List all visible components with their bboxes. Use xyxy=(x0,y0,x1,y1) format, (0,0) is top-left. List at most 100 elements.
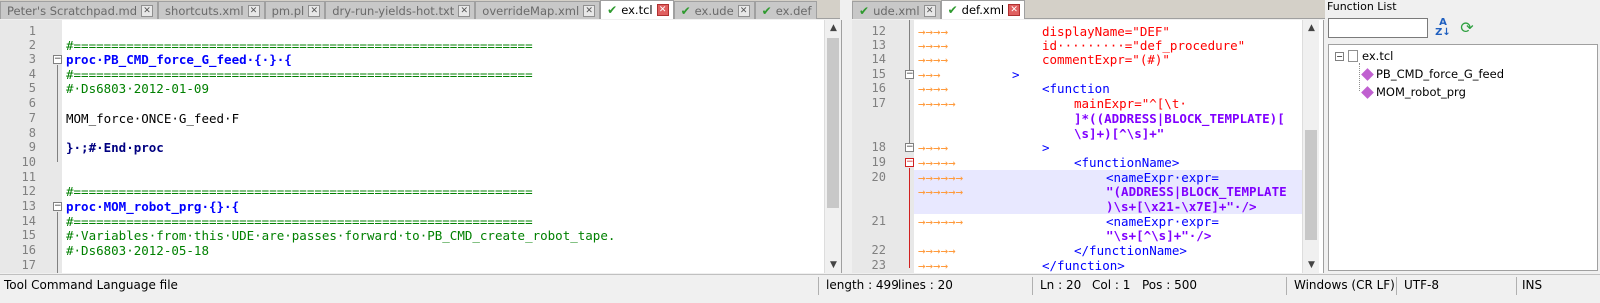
tab-label: ex.tcl xyxy=(621,3,653,17)
divider xyxy=(1396,277,1397,295)
code-line: <functionName> xyxy=(1074,155,1180,170)
close-icon[interactable]: ✕ xyxy=(247,4,260,17)
indent-arrows: →→→→ xyxy=(918,81,949,96)
code-line: #·Variables·from·this·UDE·are·passes·for… xyxy=(66,228,616,243)
fold-toggle-icon[interactable]: − xyxy=(905,143,914,152)
code-line: </functionName> xyxy=(1074,243,1187,258)
panel-title: Function List xyxy=(1327,0,1397,13)
code-line: \s]+)[^\s]+" xyxy=(1074,126,1165,141)
line-number: 19 xyxy=(871,155,886,169)
function-list-panel: Function List A Z↓ ⟳ − ex.tcl PB_CMD_forc… xyxy=(1325,0,1600,273)
saved-check-icon: ✔ xyxy=(607,3,618,17)
right-vertical-scrollbar[interactable]: ▲ ▼ xyxy=(1302,20,1319,273)
code-line: #=======================================… xyxy=(66,214,533,229)
collapse-icon[interactable]: − xyxy=(1335,51,1344,61)
function-icon xyxy=(1361,85,1374,99)
function-tree[interactable]: − ex.tcl PB_CMD_force_G_feed MOM_robot_p… xyxy=(1328,44,1598,271)
right-tab-bar: ✔ ude.xml ✕ ✔ def.xml ✕ xyxy=(852,0,1325,19)
tree-item-function[interactable]: MOM_robot_prg xyxy=(1361,85,1466,99)
tab-def-xml[interactable]: ✔ def.xml ✕ xyxy=(940,0,1026,19)
line-number: 7 xyxy=(28,111,36,125)
encoding-label: UTF-8 xyxy=(1404,278,1439,292)
col-label: Col : 1 xyxy=(1092,278,1131,292)
tab-ude-xml[interactable]: ✔ ude.xml ✕ xyxy=(852,1,941,19)
line-number: 16 xyxy=(21,243,36,257)
indent-arrows: →→→→ xyxy=(918,258,949,273)
indent-arrows: →→→→ xyxy=(918,24,949,39)
tab-shortcuts-xml[interactable]: shortcuts.xml ✕ xyxy=(158,1,265,19)
code-line: ]*((ADDRESS|BLOCK_TEMPLATE)[ xyxy=(1074,111,1285,126)
line-number: 6 xyxy=(28,96,36,110)
tab-label: Peter's Scratchpad.md xyxy=(7,3,138,18)
code-line: > xyxy=(1012,67,1020,82)
indent-arrows: →→→→→→ xyxy=(918,170,964,185)
tab-ex-def[interactable]: ✔ ex.def xyxy=(754,1,817,19)
tab-label: overrideMap.xml xyxy=(482,3,580,18)
function-search-input[interactable] xyxy=(1328,18,1428,38)
tree-line xyxy=(1359,63,1360,91)
tab-label: ex.ude xyxy=(694,3,734,18)
tree-item-function[interactable]: PB_CMD_force_G_feed xyxy=(1361,67,1504,81)
tab-ex-tcl[interactable]: ✔ ex.tcl ✕ xyxy=(600,0,674,19)
close-icon[interactable]: ✕ xyxy=(141,4,154,17)
scroll-down-icon[interactable]: ▼ xyxy=(825,257,841,273)
close-icon[interactable]: ✕ xyxy=(458,4,471,17)
eol-label: Windows (CR LF) xyxy=(1294,278,1395,292)
fold-line xyxy=(57,212,58,273)
tab-label: ude.xml xyxy=(873,3,920,18)
indent-arrows: →→→→ xyxy=(918,52,949,67)
code-line: proc·PB_CMD_force_G_feed·{·}·{ xyxy=(66,52,292,67)
code-line: mainExpr="^[\t· xyxy=(1074,96,1187,111)
saved-check-icon: ✔ xyxy=(761,3,772,18)
scroll-up-icon[interactable]: ▲ xyxy=(825,20,841,36)
tab-ex-ude[interactable]: ✔ ex.ude ✕ xyxy=(673,1,755,19)
scrollbar-thumb[interactable] xyxy=(827,38,839,208)
close-icon[interactable]: ✕ xyxy=(923,4,936,17)
tab-label: dry-run-yields-hot.txt xyxy=(332,3,455,18)
indent-arrows: →→→→→ xyxy=(918,96,956,111)
fold-toggle-icon[interactable]: − xyxy=(53,55,62,64)
code-line: #=======================================… xyxy=(66,67,533,82)
code-line: #=======================================… xyxy=(66,38,533,53)
fold-toggle-icon[interactable]: − xyxy=(905,158,914,167)
left-editor[interactable]: 1 2 3 4 5 6 7 8 9 10 11 12 13 14 15 16 1… xyxy=(0,20,842,273)
line-number: 3 xyxy=(28,52,36,66)
tab-peters-scratchpad[interactable]: Peter's Scratchpad.md ✕ xyxy=(0,1,159,19)
tab-pm-pl[interactable]: pm.pl ✕ xyxy=(264,1,326,19)
divider xyxy=(1516,277,1517,295)
close-icon[interactable]: ✕ xyxy=(656,4,669,16)
line-number: 2 xyxy=(28,38,36,52)
fold-toggle-icon[interactable]: − xyxy=(905,70,914,79)
code-line: id·········="def_procedure" xyxy=(1042,38,1246,53)
tab-dry-run-yields[interactable]: dry-run-yields-hot.txt ✕ xyxy=(325,1,476,19)
tree-root[interactable]: − ex.tcl xyxy=(1335,49,1393,63)
left-vertical-scrollbar[interactable]: ▲ ▼ xyxy=(824,20,841,273)
line-number: 12 xyxy=(21,184,36,198)
code-line: proc·MOM_robot_prg·{}·{ xyxy=(66,199,240,214)
scrollbar-thumb[interactable] xyxy=(1305,130,1317,240)
close-icon[interactable]: ✕ xyxy=(1008,4,1021,16)
saved-check-icon: ✔ xyxy=(947,3,958,17)
close-icon[interactable]: ✕ xyxy=(308,4,321,17)
pos-label: Pos : 500 xyxy=(1142,278,1197,292)
tab-label: pm.pl xyxy=(271,3,305,18)
sort-az-icon[interactable]: A Z↓ xyxy=(1433,18,1453,38)
tab-override-map[interactable]: overrideMap.xml ✕ xyxy=(475,1,601,19)
fold-toggle-icon[interactable]: − xyxy=(53,202,62,211)
refresh-icon[interactable]: ⟳ xyxy=(1457,18,1477,38)
line-number: 16 xyxy=(871,81,886,95)
line-number: 17 xyxy=(21,258,36,272)
code-line: )\s+[\x21-\x7E]+"·/> xyxy=(1106,199,1257,214)
code-line: "\s+[^\s]+"·/> xyxy=(1106,228,1212,243)
close-icon[interactable]: ✕ xyxy=(737,4,750,17)
tab-label: ex.def xyxy=(775,3,812,18)
line-number: 12 xyxy=(871,24,886,38)
divider xyxy=(818,277,819,295)
right-editor[interactable]: 12 13 14 15 16 17 18 19 20 21 22 23 − − … xyxy=(852,20,1324,273)
line-number: 15 xyxy=(21,228,36,242)
scroll-down-icon[interactable]: ▼ xyxy=(1303,257,1320,273)
indent-arrows: →→→→→ xyxy=(918,243,956,258)
scroll-up-icon[interactable]: ▲ xyxy=(1303,20,1320,36)
close-icon[interactable]: ✕ xyxy=(583,4,596,17)
file-icon xyxy=(1348,50,1358,62)
